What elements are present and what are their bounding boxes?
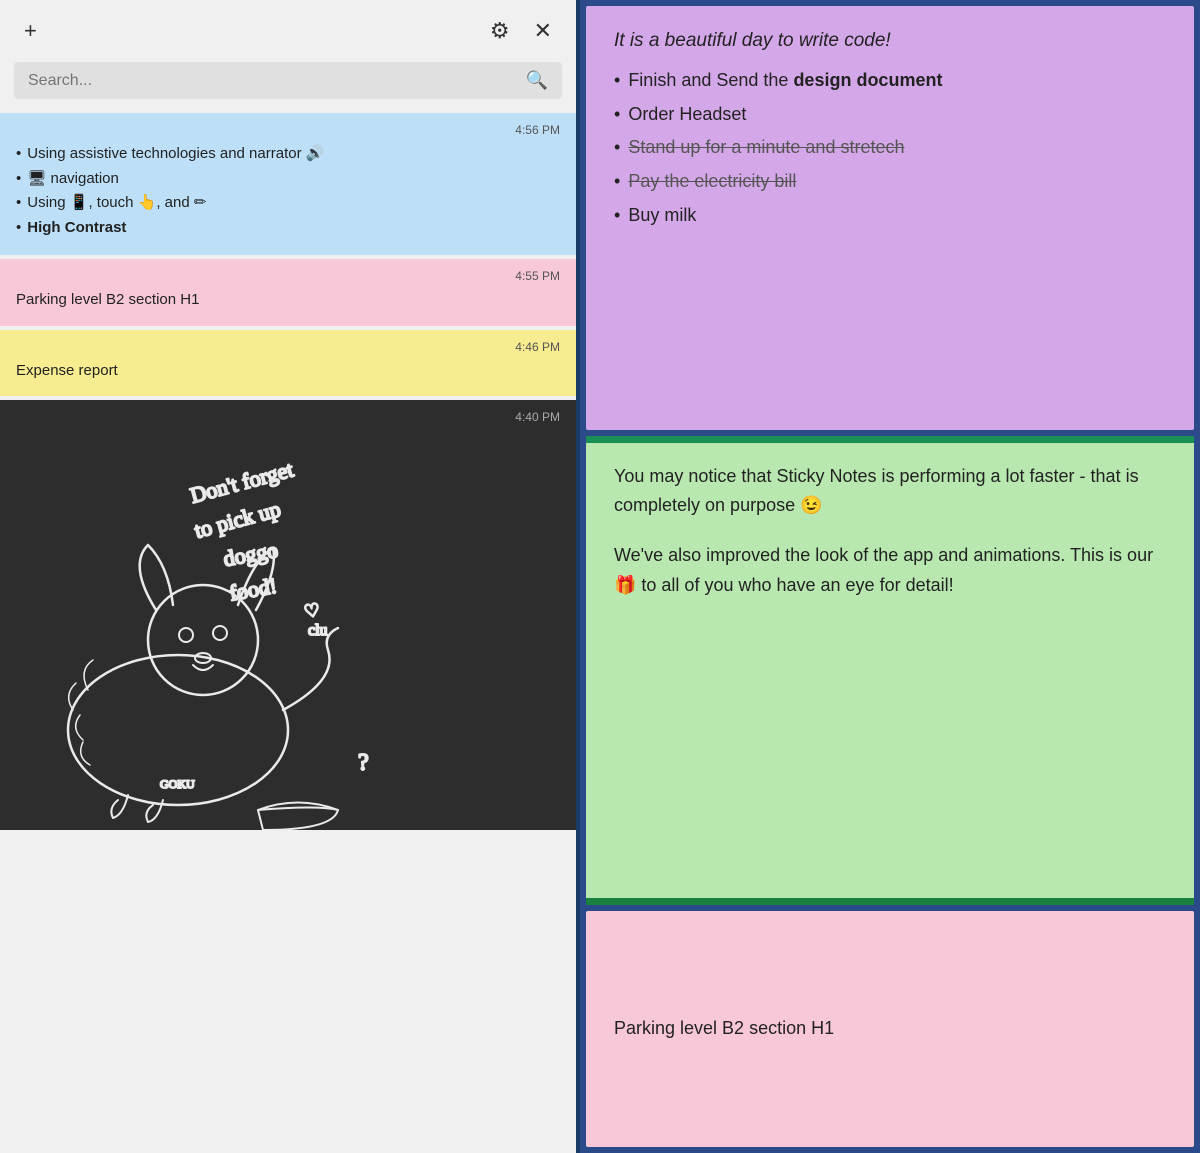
close-icon: ✕ — [534, 18, 552, 44]
left-panel: + ⚙ ✕ 🔍 4:56 PM • Using assistive techno… — [0, 0, 580, 1153]
note-card-dark[interactable]: 4:40 PM Don't forget to pick up doggo fo… — [0, 400, 576, 830]
list-item: • Order Headset — [614, 100, 1166, 130]
note-content-pink: Parking level B2 section H1 — [16, 289, 560, 312]
note-time-blue: 4:56 PM — [16, 123, 560, 137]
list-item: • 🖥 navigation — [16, 168, 560, 191]
search-icon: 🔍 — [526, 70, 548, 91]
note-content-green: You may notice that Sticky Notes is perf… — [586, 436, 1194, 627]
bullet-dot: • — [614, 201, 620, 231]
bullet-dot: • — [614, 100, 620, 130]
bullet-text: Order Headset — [628, 100, 746, 130]
list-item: • Finish and Send the design document — [614, 66, 1166, 96]
gear-icon: ⚙ — [490, 18, 510, 44]
list-item: • Buy milk — [614, 201, 1166, 231]
note-title-purple: It is a beautiful day to write code! — [614, 30, 1166, 52]
doggo-drawing: Don't forget to pick up doggo food! ♡ cl… — [0, 400, 576, 830]
note-time-yellow: 4:46 PM — [16, 340, 560, 354]
note-card-yellow[interactable]: 4:46 PM Expense report — [0, 330, 576, 397]
list-item: • Using assistive technologies and narra… — [16, 143, 560, 166]
bullet-text: Using 📱, touch 👆, and ✏ — [27, 192, 206, 215]
note-content-blue: • Using assistive technologies and narra… — [16, 143, 560, 239]
list-item: • Pay the electricity bill — [614, 167, 1166, 197]
bullet-text-strikethrough: Stand up for a minute and stretech — [628, 133, 904, 163]
svg-text:GOKU: GOKU — [160, 777, 195, 791]
right-panel: It is a beautiful day to write code! • F… — [580, 0, 1200, 1153]
list-item: • Stand up for a minute and stretech — [614, 133, 1166, 163]
bullet-text-strikethrough: Pay the electricity bill — [628, 167, 796, 197]
svg-text:clu: clu — [308, 622, 328, 639]
search-input[interactable] — [28, 72, 526, 90]
bullet-text: Buy milk — [628, 201, 696, 231]
note-content-pink-right: Parking level B2 section H1 — [614, 1014, 834, 1044]
list-item: • Using 📱, touch 👆, and ✏ — [16, 192, 560, 215]
list-item: • High Contrast — [16, 217, 560, 240]
svg-text:doggo: doggo — [221, 537, 280, 571]
sticky-note-pink-right[interactable]: Parking level B2 section H1 — [586, 911, 1194, 1147]
bullet-dot: • — [614, 133, 620, 163]
bullet-dot: • — [614, 167, 620, 197]
svg-text:♡: ♡ — [302, 600, 321, 622]
search-bar: 🔍 — [14, 62, 562, 99]
bullet-dot: • — [16, 168, 21, 191]
svg-text:Don't forget: Don't forget — [187, 456, 295, 507]
toolbar-left: + — [20, 14, 41, 48]
green-para-1: You may notice that Sticky Notes is perf… — [614, 462, 1166, 521]
bullet-text: 🖥 navigation — [27, 168, 119, 191]
green-para-2: We've also improved the look of the app … — [614, 541, 1166, 600]
plus-icon: + — [24, 18, 37, 44]
bullet-text: Finish and Send the design document — [628, 66, 942, 96]
settings-button[interactable]: ⚙ — [486, 14, 514, 48]
bullet-dot: • — [16, 143, 21, 166]
bullet-dot: • — [16, 192, 21, 215]
note-card-blue[interactable]: 4:56 PM • Using assistive technologies a… — [0, 113, 576, 255]
note-time-pink: 4:55 PM — [16, 269, 560, 283]
toolbar: + ⚙ ✕ — [0, 0, 576, 62]
svg-text:?: ? — [358, 750, 369, 776]
bullet-text: Using assistive technologies and narrato… — [27, 143, 324, 166]
bullet-dot: • — [16, 217, 21, 240]
sticky-note-green[interactable]: You may notice that Sticky Notes is perf… — [586, 436, 1194, 906]
sticky-note-purple[interactable]: It is a beautiful day to write code! • F… — [586, 6, 1194, 430]
close-button[interactable]: ✕ — [530, 14, 556, 48]
note-content-purple: • Finish and Send the design document • … — [614, 66, 1166, 230]
note-content-yellow: Expense report — [16, 360, 560, 383]
bullet-text-bold: High Contrast — [27, 217, 126, 240]
toolbar-right: ⚙ ✕ — [486, 14, 556, 48]
add-note-button[interactable]: + — [20, 14, 41, 48]
notes-list: 4:56 PM • Using assistive technologies a… — [0, 113, 576, 1153]
note-card-pink[interactable]: 4:55 PM Parking level B2 section H1 — [0, 259, 576, 326]
bullet-dot: • — [614, 66, 620, 96]
